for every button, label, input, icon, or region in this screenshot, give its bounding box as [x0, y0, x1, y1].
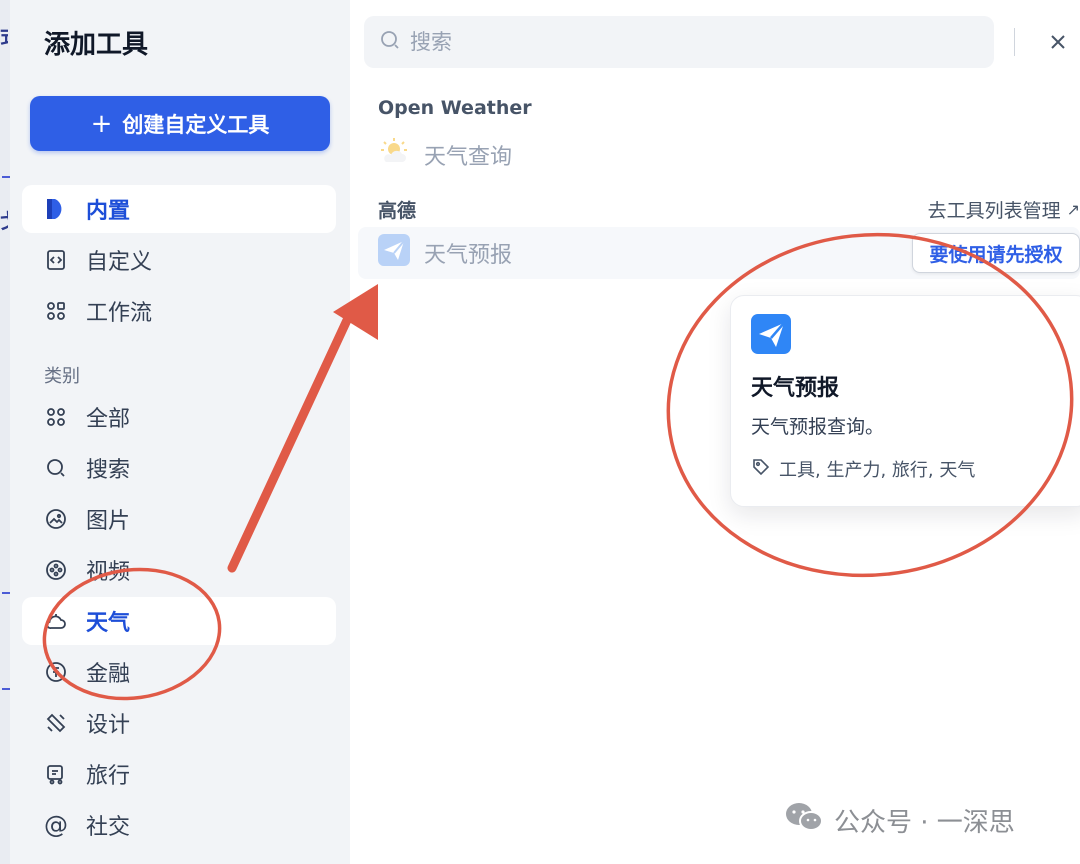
- video-icon: [44, 558, 68, 582]
- background-page-edge: 式 戈: [0, 0, 10, 864]
- sidebar-item-label: 内置: [86, 199, 131, 224]
- grid-icon: [44, 405, 68, 429]
- sidebar-item-label: 金融: [86, 662, 131, 687]
- authorize-button[interactable]: 要使用请先授权: [912, 233, 1080, 273]
- sidebar-item-workflow[interactable]: 工作流: [22, 287, 336, 335]
- popover-tags: 工具, 生产力, 旅行, 天气: [751, 456, 975, 482]
- watermark-text: 公众号 · 一深思: [834, 808, 1015, 838]
- popover-title: 天气预报: [751, 376, 840, 401]
- provider-name: 高德: [378, 200, 417, 222]
- sidebar-item-video[interactable]: 视频: [22, 546, 336, 594]
- sidebar-item-label: 工作流: [86, 301, 153, 326]
- plus-icon: +: [90, 108, 113, 139]
- sidebar-item-weather[interactable]: 天气: [22, 597, 336, 645]
- search-field[interactable]: [364, 16, 994, 68]
- sidebar-item-all[interactable]: 全部: [22, 393, 336, 441]
- tool-list-panel: Open Weather 天气查询 高德 去工具列表管理 ↗ 天气预报 要使用请…: [350, 0, 1080, 864]
- tool-detail-popover: 天气预报 天气预报查询。 工具, 生产力, 旅行, 天气: [730, 295, 1080, 507]
- at-sign-icon: @: [44, 811, 68, 839]
- custom-code-icon: [44, 248, 68, 272]
- search-input[interactable]: [410, 30, 970, 54]
- create-custom-tool-button[interactable]: + 创建自定义工具: [30, 96, 330, 151]
- search-icon: [378, 28, 402, 56]
- weather-icon: [44, 609, 68, 633]
- wechat-icon: [784, 800, 824, 841]
- design-icon: [44, 711, 68, 735]
- sidebar-item-travel[interactable]: 旅行: [22, 750, 336, 798]
- manage-link-label: 去工具列表管理: [927, 200, 1061, 222]
- finance-icon: [44, 660, 68, 684]
- sidebar-item-custom[interactable]: 自定义: [22, 236, 336, 284]
- paper-plane-icon: [751, 314, 791, 358]
- sidebar-item-label: 天气: [86, 611, 131, 636]
- travel-icon: [44, 762, 68, 786]
- close-icon: [1051, 35, 1065, 49]
- popover-description: 天气预报查询。: [751, 416, 885, 438]
- search-icon: [44, 456, 68, 480]
- edge-line: [2, 688, 10, 690]
- sidebar-item-builtin[interactable]: 内置: [22, 185, 336, 233]
- tool-item-label: 天气查询: [424, 145, 513, 170]
- close-button[interactable]: [1044, 28, 1072, 56]
- sidebar-item-label: 视频: [86, 560, 131, 585]
- sidebar-item-label: 设计: [86, 713, 131, 738]
- category-label: 类别: [44, 366, 80, 387]
- sidebar-item-label: 图片: [86, 509, 131, 534]
- paper-plane-icon: [378, 234, 410, 272]
- sidebar-item-finance[interactable]: 金融: [22, 648, 336, 696]
- header-divider: [1014, 28, 1015, 56]
- sidebar: 添加工具 + 创建自定义工具 内置 自定义 工作流 类别 全部 搜索 图片 视频…: [10, 0, 350, 864]
- sidebar-item-design[interactable]: 设计: [22, 699, 336, 747]
- modal-title: 添加工具: [44, 30, 149, 60]
- edge-text-fragment: 戈: [0, 205, 8, 234]
- sidebar-item-label: 自定义: [86, 250, 153, 275]
- arrow-up-right-icon: ↗: [1066, 200, 1080, 219]
- tool-item-label: 天气预报: [424, 243, 513, 268]
- sidebar-item-label: 搜索: [86, 458, 131, 483]
- sidebar-item-label: 社交: [86, 815, 131, 840]
- builtin-icon: [44, 197, 68, 221]
- workflow-icon: [44, 299, 68, 323]
- sidebar-item-social[interactable]: @ 社交: [22, 801, 336, 849]
- create-button-label: 创建自定义工具: [122, 112, 270, 137]
- tags-text: 工具, 生产力, 旅行, 天气: [779, 460, 976, 481]
- edge-line: [2, 176, 10, 178]
- edge-text-fragment: 式: [0, 20, 8, 49]
- sidebar-item-search[interactable]: 搜索: [22, 444, 336, 492]
- manage-tools-link[interactable]: 去工具列表管理 ↗: [928, 196, 1080, 223]
- edge-line: [2, 592, 10, 594]
- sun-cloud-icon: [378, 136, 410, 174]
- sidebar-item-image[interactable]: 图片: [22, 495, 336, 543]
- image-icon: [44, 507, 68, 531]
- provider-name: Open Weather: [378, 97, 532, 119]
- sidebar-item-label: 旅行: [86, 764, 131, 789]
- watermark: 公众号 · 一深思: [784, 800, 1015, 841]
- sidebar-item-label: 全部: [86, 407, 131, 432]
- tag-icon: [751, 457, 771, 482]
- tool-item[interactable]: 天气查询: [378, 136, 512, 174]
